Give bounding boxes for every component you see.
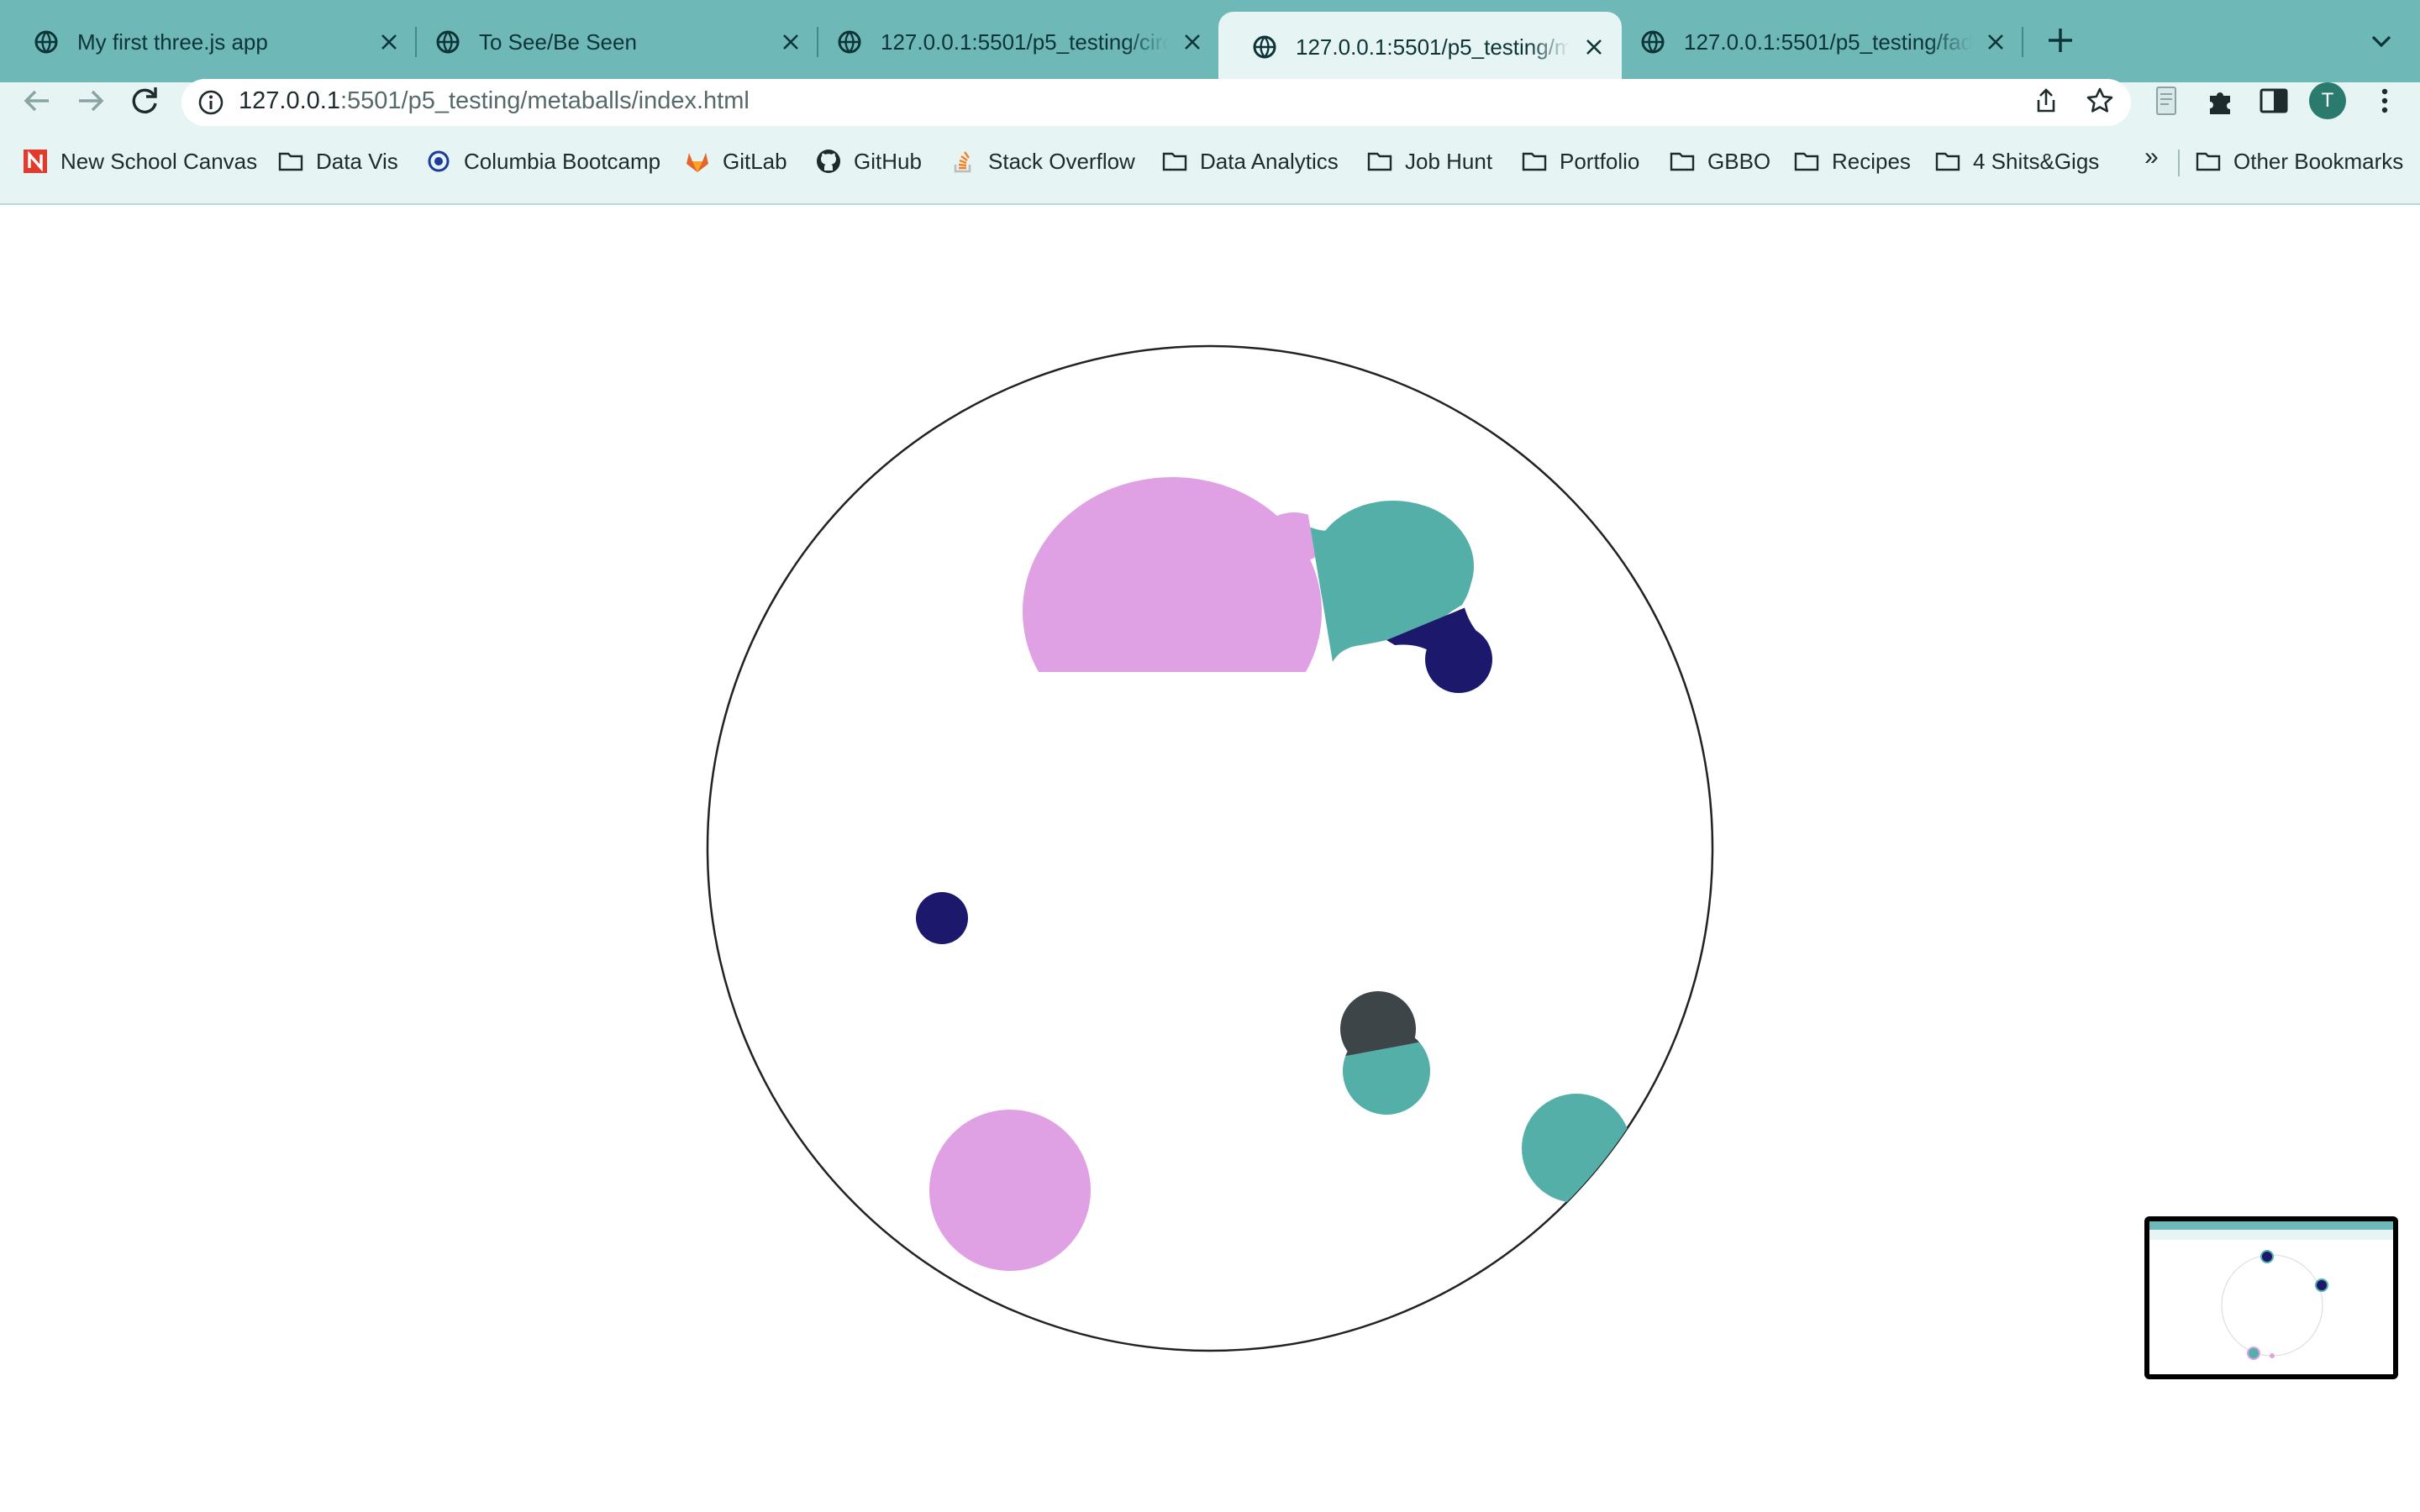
stackoverflow-icon [954, 151, 971, 173]
lion-icon [428, 150, 450, 172]
tab-three-js[interactable]: My first three.js app [0, 12, 417, 72]
bookmark-label: GitHub [854, 148, 922, 174]
metaball-navy-small [916, 892, 968, 944]
tab-title: 127.0.0.1:5501/p5_testing/fade/index.htm… [1684, 29, 1971, 55]
close-icon[interactable] [781, 33, 800, 51]
bookmark-new-school-canvas[interactable]: New School Canvas [22, 146, 257, 176]
folder-icon [1670, 152, 1695, 171]
bookmark-label: GBBO [1707, 148, 1771, 174]
info-icon[interactable] [197, 88, 225, 117]
tab-title: 127.0.0.1:5501/p5_testing/metaballs/inde… [1296, 34, 1570, 60]
folder-icon [1522, 152, 1547, 171]
bookmark-job-hunt[interactable]: Job Hunt [1366, 146, 1492, 176]
globe-icon [34, 30, 58, 54]
tab-separator [2022, 27, 2023, 57]
tab-to-see-be-seen[interactable]: To See/Be Seen [402, 12, 818, 72]
bookmark-gbbo[interactable]: GBBO [1669, 146, 1770, 176]
bookmark-label: 4 Shits&Gigs [1973, 148, 2100, 174]
bookmark-label: Data Analytics [1200, 148, 1339, 174]
bookmark-label: Recipes [1832, 148, 1911, 174]
bookmark-columbia-bootcamp[interactable]: Columbia Bootcamp [425, 146, 660, 176]
profile-avatar[interactable]: T [2309, 82, 2346, 119]
chevron-down-icon[interactable] [2368, 30, 2395, 52]
bookmark-4-shits-gigs[interactable]: 4 Shits&Gigs [1934, 146, 2099, 176]
bookmark-other-bookmarks[interactable]: Other Bookmarks [2195, 146, 2403, 176]
bookmark-label: Portfolio [1560, 148, 1640, 174]
tab-title: To See/Be Seen [479, 29, 637, 55]
url-host: 127.0.0.1 [239, 87, 340, 114]
bookmark-label: New School Canvas [60, 148, 258, 174]
bookmark-gitlab[interactable]: GitLab [684, 146, 787, 176]
globe-icon [436, 30, 460, 54]
close-icon[interactable] [380, 33, 398, 51]
bookmarks-bar: New School Canvas Data Vis Columbia Boot… [0, 138, 2420, 185]
bookmarks-divider [2178, 150, 2180, 176]
folder-icon [1367, 152, 1392, 171]
gitlab-icon [687, 153, 708, 172]
tab-circles[interactable]: 127.0.0.1:5501/p5_testing/circles/index.… [803, 12, 1220, 72]
bookmarks-overflow-button[interactable]: » [2144, 143, 2159, 171]
metaball-blob-top [1023, 477, 1492, 693]
folder-icon [1794, 152, 1819, 171]
forward-arrow-icon[interactable] [71, 81, 111, 121]
preview-thumbnail [2149, 1221, 2393, 1374]
folder-icon [278, 152, 303, 171]
bookmark-github[interactable]: GitHub [815, 146, 922, 176]
github-icon [817, 150, 840, 173]
canvas-n-icon [24, 150, 47, 173]
tab-fade[interactable]: 127.0.0.1:5501/p5_testing/fade/index.htm… [1607, 12, 2023, 72]
back-arrow-icon[interactable] [17, 81, 57, 121]
screen-share-preview[interactable] [2144, 1216, 2398, 1379]
share-icon[interactable] [2032, 87, 2060, 115]
kebab-menu-icon[interactable] [2368, 84, 2402, 118]
star-icon[interactable] [2086, 87, 2114, 115]
metaball-pink-bottom [929, 1110, 1091, 1271]
bookmark-stack-overflow[interactable]: Stack Overflow [950, 146, 1135, 176]
tab-strip: My first three.js app To See/Be Seen 127… [0, 0, 2420, 82]
bookmark-label: Data Vis [316, 148, 398, 174]
metaball-teal-edge [1522, 1094, 1631, 1203]
bookmark-data-analytics[interactable]: Data Analytics [1161, 146, 1339, 176]
bookmark-label: Columbia Bootcamp [464, 148, 661, 174]
globe-icon [1641, 30, 1665, 54]
side-panel-icon[interactable] [2257, 84, 2291, 118]
bookmark-label: Job Hunt [1405, 148, 1493, 174]
folder-icon [1935, 152, 1960, 171]
close-icon[interactable] [1585, 38, 1603, 56]
extensions-puzzle-icon[interactable] [2203, 84, 2237, 118]
close-icon[interactable] [1183, 33, 1202, 51]
tab-title: 127.0.0.1:5501/p5_testing/circles/index.… [881, 29, 1168, 55]
url-text[interactable]: 127.0.0.1:5501/p5_testing/metaballs/inde… [239, 87, 750, 115]
url-path: :5501/p5_testing/metaballs/index.html [339, 87, 750, 114]
reload-icon[interactable] [124, 81, 165, 121]
blob-pink-region [1023, 477, 1328, 672]
folder-icon [2196, 152, 2221, 171]
bookmark-portfolio[interactable]: Portfolio [1521, 146, 1639, 176]
tab-title: My first three.js app [77, 29, 268, 55]
new-tab-icon[interactable] [2045, 25, 2075, 55]
folder-icon [1162, 152, 1187, 171]
globe-icon [1253, 35, 1276, 59]
reading-list-icon[interactable] [2149, 84, 2183, 118]
globe-icon [838, 30, 861, 54]
close-icon[interactable] [1986, 33, 2005, 51]
metaball-capsule [1340, 991, 1430, 1115]
sketch-canvas[interactable] [0, 186, 2420, 1512]
bookmark-data-vis[interactable]: Data Vis [277, 146, 398, 176]
bookmark-label: GitLab [723, 148, 787, 174]
bookmark-label: Stack Overflow [988, 148, 1135, 174]
bookmark-recipes[interactable]: Recipes [1793, 146, 1911, 176]
bookmark-label: Other Bookmarks [2233, 148, 2404, 174]
tab-metaballs[interactable]: 127.0.0.1:5501/p5_testing/metaballs/inde… [1218, 12, 1622, 82]
